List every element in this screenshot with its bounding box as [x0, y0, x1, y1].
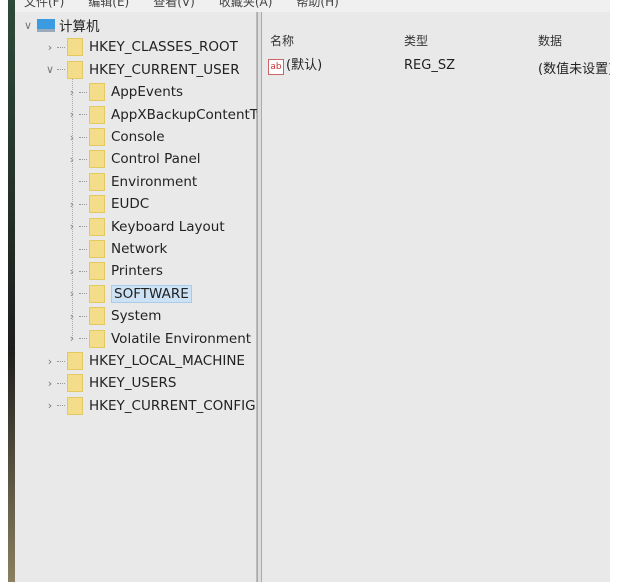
tree-connector [57, 69, 65, 71]
folder-icon [89, 172, 105, 191]
tree-item[interactable]: ∨ HKEY_CURRENT_USER [43, 59, 240, 81]
tree-connector [79, 293, 87, 295]
column-data[interactable]: 数据 [538, 32, 562, 49]
tree-connector [79, 181, 87, 183]
tree-item[interactable]: › Control Panel [65, 148, 201, 170]
folder-icon [89, 329, 105, 348]
folder-icon [89, 240, 105, 258]
value-type: REG_SZ [404, 58, 455, 73]
tree-item-label: HKEY_CURRENT_USER [89, 61, 240, 78]
tree-connector [57, 360, 65, 362]
menu-file[interactable]: 文件(F) [24, 0, 64, 9]
tree-item-label: Printers [111, 263, 163, 280]
tree-item[interactable]: › AppEvents [65, 81, 183, 103]
folder-icon [67, 60, 83, 79]
tree-item[interactable]: › EUDC [65, 193, 149, 215]
tree-item[interactable]: › System [65, 305, 161, 327]
column-name[interactable]: 名称 [270, 32, 294, 49]
tree-connector [79, 203, 87, 205]
tree-item-label: System [111, 308, 162, 325]
tree-item-label: SOFTWARE [111, 284, 192, 303]
tree-item[interactable]: › AppXBackupContentType [65, 104, 281, 126]
tree-item[interactable]: › HKEY_CURRENT_CONFIG [43, 395, 256, 417]
tree-connector [57, 405, 65, 407]
value-name: (默认) [286, 58, 323, 73]
tree-item[interactable]: › Volatile Environment [65, 328, 251, 350]
computer-icon [37, 18, 55, 32]
tree-item[interactable]: › HKEY_LOCAL_MACHINE [43, 350, 245, 372]
tree-item-label: AppEvents [111, 84, 184, 101]
tree-item[interactable]: › Printers [65, 260, 163, 282]
tree-item-label: HKEY_CURRENT_CONFIG [89, 397, 256, 414]
tree-item-label: AppXBackupContentType [111, 106, 281, 123]
folder-icon [67, 352, 83, 370]
tree-connector [57, 46, 65, 48]
tree-connector [79, 226, 87, 228]
tree-item-label: HKEY_CLASSES_ROOT [89, 39, 238, 56]
folder-icon [89, 105, 105, 124]
tree-item[interactable]: Environment [65, 171, 197, 193]
tree-item-label: HKEY_USERS [89, 375, 177, 392]
menu-favorites[interactable]: 收藏夹(A) [219, 0, 273, 9]
chevron-right-icon[interactable]: › [43, 355, 57, 368]
column-type[interactable]: 类型 [404, 32, 428, 49]
window-edge [8, 0, 15, 582]
tree-item[interactable]: › Keyboard Layout [65, 216, 225, 238]
folder-icon [67, 374, 83, 393]
tree-item[interactable]: › SOFTWARE [65, 283, 192, 305]
value-row[interactable]: ab (默认) [268, 54, 322, 75]
folder-icon [89, 217, 105, 236]
folder-icon [89, 150, 105, 169]
folder-icon [89, 128, 105, 146]
menu-edit[interactable]: 编辑(E) [88, 0, 129, 9]
tree-item-label: 计算机 [59, 19, 100, 35]
tree-connector [79, 114, 87, 116]
tree-connector [79, 136, 87, 138]
tree-item-label: EUDC [111, 196, 150, 213]
tree-item-label: Keyboard Layout [111, 218, 225, 235]
folder-icon [67, 396, 83, 415]
folder-icon [67, 38, 83, 57]
chevron-right-icon[interactable]: › [43, 399, 57, 412]
tree-item-label: Console [111, 129, 165, 145]
folder-icon [89, 262, 105, 281]
tree-guide-line [72, 79, 73, 340]
string-value-icon: ab [268, 59, 284, 75]
menu-bar: 文件(F) 编辑(E) 查看(V) 收藏夹(A) 帮助(H) [14, 0, 610, 12]
folder-icon [89, 195, 105, 214]
tree-item[interactable]: › Console [65, 126, 165, 148]
tree-connector [57, 382, 65, 384]
tree-connector [79, 248, 87, 250]
chevron-right-icon[interactable]: › [43, 41, 57, 54]
chevron-right-icon[interactable]: › [43, 377, 57, 390]
values-pane[interactable]: 名称 类型 数据 ab (默认) REG_SZ (数值未设置) [262, 12, 610, 582]
tree-connector [79, 315, 87, 317]
tree-item-label: Control Panel [111, 151, 201, 168]
tree-item[interactable]: › HKEY_USERS [43, 372, 176, 394]
tree-pane[interactable]: ∨ 计算机 › HKEY_CLASSES_ROOT ∨ HKEY_CURRENT_USER… [15, 12, 281, 582]
tree-item[interactable]: ∨ 计算机 [21, 14, 100, 36]
value-data: (数值未设置) [538, 62, 610, 77]
chevron-down-icon[interactable]: ∨ [21, 19, 35, 32]
tree-connector [79, 91, 87, 93]
folder-icon [89, 307, 105, 326]
tree-connector [79, 158, 87, 160]
tree-item[interactable]: › HKEY_CLASSES_ROOT [43, 36, 238, 58]
folder-icon [89, 83, 105, 102]
menu-view[interactable]: 查看(V) [153, 0, 195, 9]
tree-connector [79, 338, 87, 340]
tree-item-label: Environment [111, 173, 198, 190]
tree-item[interactable]: Network [65, 238, 167, 260]
chevron-down-icon[interactable]: ∨ [43, 63, 57, 76]
tree-item-label: HKEY_LOCAL_MACHINE [89, 353, 245, 369]
folder-icon [89, 284, 105, 303]
tree-item-label: Network [111, 241, 168, 257]
tree-connector [79, 270, 87, 272]
tree-item-label: Volatile Environment [111, 330, 252, 347]
menu-help[interactable]: 帮助(H) [296, 0, 338, 9]
